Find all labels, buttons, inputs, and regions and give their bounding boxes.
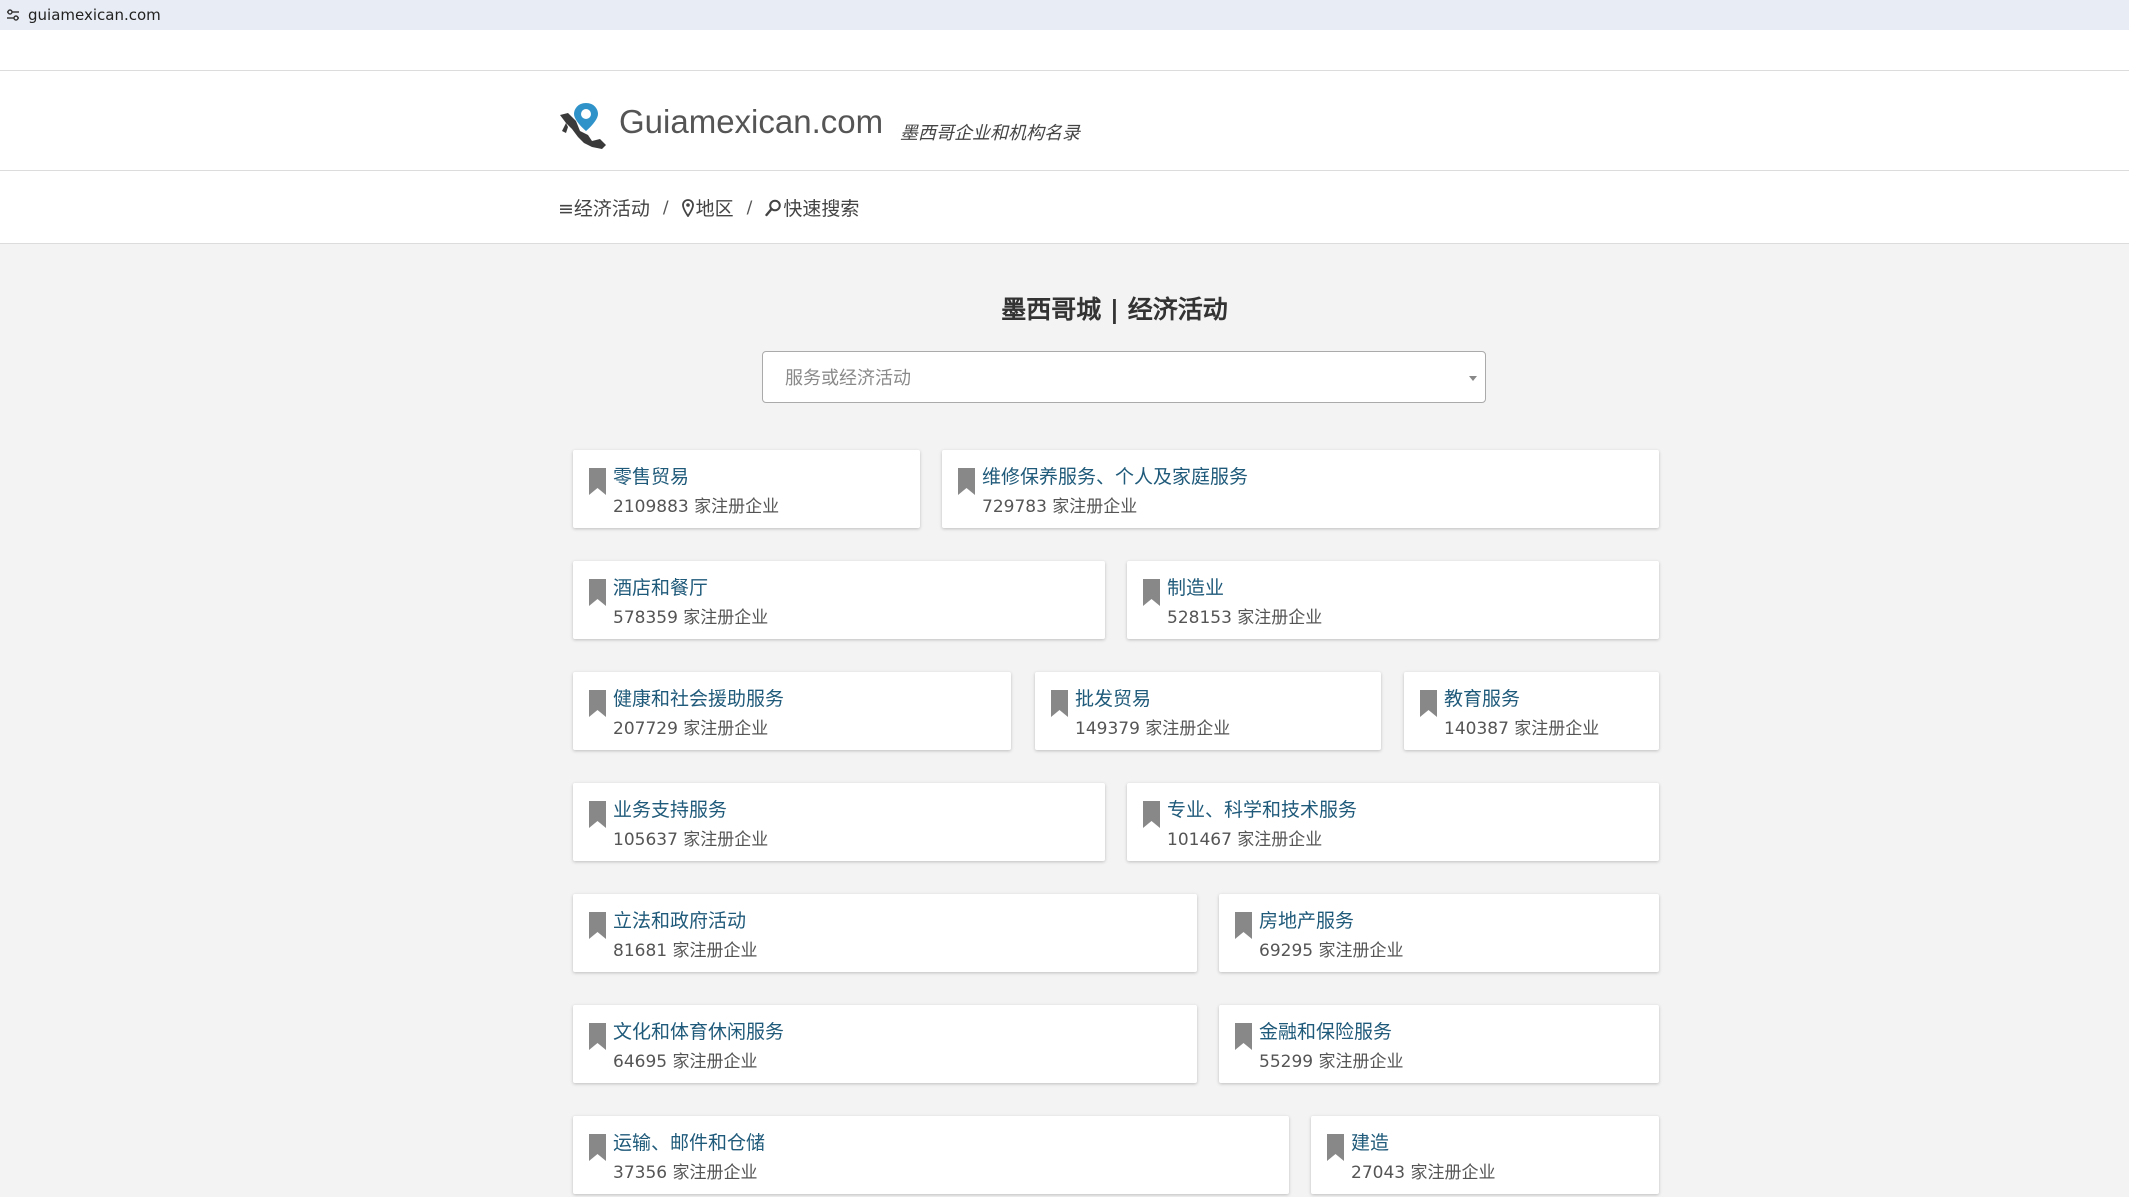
top-strip: [0, 30, 2129, 71]
bookmark-icon: [1235, 912, 1252, 939]
nav-separator: /: [746, 197, 753, 218]
category-count: 64695 家注册企业: [613, 1052, 758, 1072]
category-title[interactable]: 房地产服务: [1259, 906, 1354, 933]
activity-select[interactable]: 服务或经济活动: [762, 351, 1486, 403]
category-count: 729783 家注册企业: [982, 497, 1138, 517]
category-title[interactable]: 维修保养服务、个人及家庭服务: [982, 462, 1248, 489]
category-card[interactable]: 业务支持服务 105637 家注册企业: [573, 783, 1105, 861]
nav-economic-activities[interactable]: ≡经济活动: [558, 194, 650, 221]
category-count: 578359 家注册企业: [613, 608, 769, 628]
bookmark-icon: [589, 912, 606, 939]
category-count: 27043 家注册企业: [1351, 1163, 1496, 1183]
category-count: 207729 家注册企业: [613, 719, 769, 739]
bookmark-icon: [589, 579, 606, 606]
category-count: 101467 家注册企业: [1167, 830, 1323, 850]
bookmark-icon: [1051, 690, 1068, 717]
chevron-down-icon: [1469, 376, 1477, 381]
bookmark-icon: [1143, 801, 1160, 828]
category-card[interactable]: 运输、邮件和仓储 37356 家注册企业: [573, 1116, 1289, 1194]
nav-quick-search-label: 快速搜索: [783, 198, 860, 220]
category-title[interactable]: 业务支持服务: [613, 795, 727, 822]
category-card[interactable]: 文化和体育休闲服务 64695 家注册企业: [573, 1005, 1197, 1083]
category-title[interactable]: 制造业: [1167, 573, 1224, 600]
category-count: 140387 家注册企业: [1444, 719, 1600, 739]
bookmark-icon: [589, 801, 606, 828]
category-title[interactable]: 健康和社会援助服务: [613, 684, 784, 711]
nav-economic-activities-label: ≡经济活动: [558, 198, 650, 220]
category-card[interactable]: 立法和政府活动 81681 家注册企业: [573, 894, 1197, 972]
category-title[interactable]: 教育服务: [1444, 684, 1520, 711]
category-count: 528153 家注册企业: [1167, 608, 1323, 628]
category-title[interactable]: 立法和政府活动: [613, 906, 746, 933]
nav-regions[interactable]: 地区: [681, 194, 734, 221]
bookmark-icon: [958, 468, 975, 495]
category-card[interactable]: 批发贸易 149379 家注册企业: [1035, 672, 1381, 750]
category-count: 55299 家注册企业: [1259, 1052, 1404, 1072]
url-text[interactable]: guiamexican.com: [28, 6, 161, 24]
category-count: 105637 家注册企业: [613, 830, 769, 850]
category-count: 37356 家注册企业: [613, 1163, 758, 1183]
category-title[interactable]: 批发贸易: [1075, 684, 1151, 711]
category-count: 149379 家注册企业: [1075, 719, 1231, 739]
bookmark-icon: [589, 690, 606, 717]
category-card[interactable]: 金融和保险服务 55299 家注册企业: [1219, 1005, 1659, 1083]
category-title[interactable]: 零售贸易: [613, 462, 689, 489]
category-card[interactable]: 制造业 528153 家注册企业: [1127, 561, 1659, 639]
category-card[interactable]: 专业、科学和技术服务 101467 家注册企业: [1127, 783, 1659, 861]
category-title[interactable]: 文化和体育休闲服务: [613, 1017, 784, 1044]
category-card[interactable]: 维修保养服务、个人及家庭服务 729783 家注册企业: [942, 450, 1659, 528]
category-count: 2109883 家注册企业: [613, 497, 780, 517]
category-count: 69295 家注册企业: [1259, 941, 1404, 961]
category-card[interactable]: 酒店和餐厅 578359 家注册企业: [573, 561, 1105, 639]
activity-select-placeholder: 服务或经济活动: [785, 368, 911, 389]
nav-separator: /: [662, 197, 669, 218]
site-header: Guiamexican.com 墨西哥企业和机构名录: [0, 71, 2129, 171]
map-marker-icon: [681, 198, 694, 217]
category-title[interactable]: 专业、科学和技术服务: [1167, 795, 1357, 822]
bookmark-icon: [1420, 690, 1437, 717]
category-card[interactable]: 房地产服务 69295 家注册企业: [1219, 894, 1659, 972]
category-title[interactable]: 酒店和餐厅: [613, 573, 708, 600]
search-icon: [765, 199, 782, 216]
site-settings-icon[interactable]: [6, 8, 20, 22]
page-title: 墨西哥城 | 经济活动: [1001, 295, 1228, 324]
category-card[interactable]: 健康和社会援助服务 207729 家注册企业: [573, 672, 1011, 750]
bookmark-icon: [1235, 1023, 1252, 1050]
site-tagline: 墨西哥企业和机构名录: [900, 123, 1080, 144]
category-card[interactable]: 零售贸易 2109883 家注册企业: [573, 450, 920, 528]
breadcrumb-nav: ≡经济活动 / 地区 / 快速搜索: [0, 171, 2129, 244]
mexico-map-pin-logo-icon[interactable]: [558, 101, 614, 151]
bookmark-icon: [589, 1134, 606, 1161]
bookmark-icon: [589, 468, 606, 495]
bookmark-icon: [1143, 579, 1160, 606]
category-card[interactable]: 建造 27043 家注册企业: [1311, 1116, 1659, 1194]
category-title[interactable]: 金融和保险服务: [1259, 1017, 1392, 1044]
bookmark-icon: [1327, 1134, 1344, 1161]
nav-regions-label: 地区: [695, 198, 734, 220]
category-card[interactable]: 教育服务 140387 家注册企业: [1404, 672, 1659, 750]
nav-quick-search[interactable]: 快速搜索: [765, 194, 859, 221]
category-title[interactable]: 建造: [1351, 1128, 1389, 1155]
category-title[interactable]: 运输、邮件和仓储: [613, 1128, 765, 1155]
site-name[interactable]: Guiamexican.com: [619, 103, 883, 141]
category-count: 81681 家注册企业: [613, 941, 758, 961]
bookmark-icon: [589, 1023, 606, 1050]
browser-url-bar[interactable]: guiamexican.com: [0, 0, 2129, 30]
